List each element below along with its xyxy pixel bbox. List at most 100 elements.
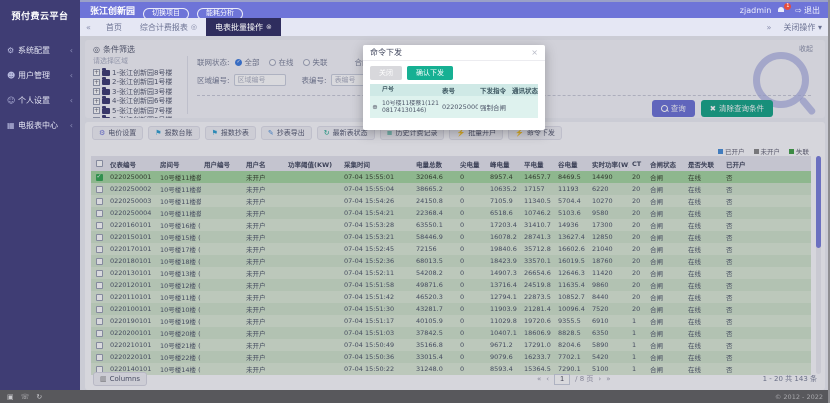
row-checkbox[interactable] <box>91 174 107 181</box>
row-checkbox[interactable] <box>91 294 107 301</box>
columns-button[interactable]: Columns <box>93 372 147 386</box>
row-checkbox[interactable] <box>91 234 107 241</box>
table-row[interactable]: 022017010110号楼17楼 (蔡未开户07-04 15:52:45721… <box>91 243 811 255</box>
tree-item[interactable]: +2-张江创新园1号楼 <box>93 78 185 88</box>
toolbar-button-price-settings[interactable]: ⚙电价设置 <box>92 126 143 140</box>
row-checkbox[interactable] <box>91 318 107 325</box>
tab-home[interactable]: 首页 <box>97 18 131 36</box>
expand-row-icon[interactable]: ⊕ <box>370 103 380 111</box>
row-checkbox[interactable] <box>91 246 107 253</box>
table-row[interactable]: 022025000310号楼11楼蔡3(未开户07-04 15:54:26241… <box>91 195 811 207</box>
row-checkbox[interactable] <box>91 210 107 217</box>
expand-icon[interactable]: + <box>93 69 100 76</box>
tree-item[interactable]: +3-张江创新园3号楼 <box>93 87 185 97</box>
row-checkbox[interactable] <box>91 186 107 193</box>
modal-close-icon[interactable]: × <box>531 48 538 57</box>
radio-option[interactable]: 失联 <box>303 57 328 68</box>
expand-icon[interactable]: + <box>93 88 100 95</box>
sidebar-item-personal-settings[interactable]: ☺个人设置‹ <box>0 88 80 113</box>
table-row[interactable]: 022010010110号楼10楼 (蔡未开户07-04 15:51:30432… <box>91 303 811 315</box>
monitor-icon[interactable]: ▣ <box>7 393 14 401</box>
table-row[interactable]: 022025000410号楼11楼蔡4(未开户07-04 15:54:21223… <box>91 207 811 219</box>
toolbar-button-reading-ledger[interactable]: ⚑报数台账 <box>148 126 199 140</box>
row-checkbox[interactable] <box>91 198 107 205</box>
row-checkbox[interactable] <box>91 330 107 337</box>
sidebar-item-system-config[interactable]: ⚙系统配置‹ <box>0 38 80 63</box>
modal-confirm-button[interactable]: 确认下发 <box>407 66 453 80</box>
notification-bell-icon[interactable]: 1 <box>778 6 788 14</box>
tab-billing-report[interactable]: 综合计费报表◎ <box>131 18 206 36</box>
logout-button[interactable]: ⇨ 退出 <box>795 5 820 16</box>
collapse-filter-link[interactable]: 收起 <box>799 44 813 54</box>
search-icon <box>661 105 668 112</box>
tab-meter-batch-ops[interactable]: 电表批量操作⊗ <box>206 18 281 36</box>
row-checkbox[interactable] <box>91 270 107 277</box>
table-cell: 07-04 15:55:04 <box>341 185 413 193</box>
first-page-button[interactable]: « <box>537 375 541 383</box>
radio-option[interactable]: 全部 <box>235 57 260 68</box>
row-checkbox[interactable] <box>91 222 107 229</box>
expand-icon[interactable]: + <box>93 117 100 118</box>
tree-item[interactable]: +6-张江创新园9号楼 <box>93 116 185 119</box>
page-number-input[interactable] <box>554 374 570 385</box>
table-row[interactable]: 022018010110号楼18楼 (蔡未开户07-04 15:52:36680… <box>91 255 811 267</box>
toolbar-button-reading-export[interactable]: ✎抄表导出 <box>261 126 312 140</box>
row-checkbox[interactable] <box>91 354 107 361</box>
table-cell: 10号楼13楼 (蔡 <box>157 268 201 278</box>
close-operations-dropdown[interactable]: 关闭操作 ▾ <box>783 22 822 33</box>
expand-icon[interactable]: + <box>93 79 100 86</box>
table-row[interactable]: 022011010110号楼11楼 (蔡未开户07-04 15:51:42465… <box>91 291 811 303</box>
phone-icon[interactable]: ☏ <box>21 393 30 401</box>
legend-label: 失联 <box>796 146 809 156</box>
tab-close-icon[interactable]: ◎ <box>191 23 197 31</box>
row-checkbox[interactable] <box>91 282 107 289</box>
table-row[interactable]: 022013010110号楼13楼 (蔡未开户07-04 15:52:11542… <box>91 267 811 279</box>
toolbar-button-reading-collect[interactable]: ⚑报数抄表 <box>205 126 256 140</box>
radio-option[interactable]: 在线 <box>269 57 294 68</box>
tab-scroll-left[interactable]: « <box>80 23 97 32</box>
table-cell: 8440 <box>589 293 629 301</box>
table-row[interactable]: 022020010110号楼20楼 (蔡未开户07-04 15:51:03378… <box>91 327 811 339</box>
expand-icon[interactable]: + <box>93 98 100 105</box>
row-checkbox[interactable] <box>91 342 107 349</box>
table-row[interactable]: 022015010110号楼15楼 (蔡未开户07-04 15:53:21584… <box>91 231 811 243</box>
region-code-input[interactable] <box>234 74 286 86</box>
table-row[interactable]: 022025000210号楼11楼蔡2(未开户07-04 15:55:04386… <box>91 183 811 195</box>
tree-item[interactable]: +5-张江创新园7号楼 <box>93 106 185 116</box>
table-row[interactable]: 022022010110号楼22楼 (蔡未开户07-04 15:50:36330… <box>91 351 811 363</box>
search-button[interactable]: 查询 <box>652 100 695 117</box>
table-row[interactable]: 022012010110号楼12楼 (蔡未开户07-04 15:51:58498… <box>91 279 811 291</box>
clear-conditions-button[interactable]: ✖ 清除查询条件 <box>701 100 773 117</box>
column-header: 峰电量 <box>487 159 521 169</box>
input-label: 区域编号: <box>197 75 230 86</box>
tree-item[interactable]: +4-张江创新园6号楼 <box>93 97 185 107</box>
tab-scroll-right[interactable]: » <box>761 23 778 32</box>
tree-label: 请选择区域 <box>93 56 185 66</box>
expand-icon[interactable]: + <box>93 107 100 114</box>
table-cell: 0220130101 <box>107 269 157 277</box>
folder-icon <box>102 108 110 114</box>
table-cell: 10号楼19楼 (蔡 <box>157 316 201 326</box>
next-page-button[interactable]: › <box>598 375 601 383</box>
table-scrollbar[interactable] <box>816 156 821 374</box>
modal-table-row[interactable]: ⊕ 10号楼11楼蔡1(12108174130146) 0220250001 强… <box>370 96 538 118</box>
last-page-button[interactable]: » <box>606 375 610 383</box>
refresh-icon[interactable]: ↻ <box>36 393 42 401</box>
tree-item[interactable]: +1-张江创新园8号楼 <box>93 68 185 78</box>
username[interactable]: zjadmin <box>740 6 772 15</box>
tab-close-icon[interactable]: ⊗ <box>266 23 272 31</box>
sidebar-item-meter-report-center[interactable]: ▦电报表中心‹ <box>0 113 80 138</box>
row-checkbox[interactable] <box>91 258 107 265</box>
flag-icon: ⚑ <box>212 129 218 137</box>
table-row[interactable]: 022016010110号楼16楼 (蔡未开户07-04 15:53:28635… <box>91 219 811 231</box>
row-checkbox[interactable] <box>91 306 107 313</box>
table-row[interactable]: 022021010110号楼21楼 (蔡未开户07-04 15:50:49351… <box>91 339 811 351</box>
table-cell: 0 <box>457 221 487 229</box>
table-row[interactable]: 022019010110号楼19楼 (蔡未开户07-04 15:51:17401… <box>91 315 811 327</box>
select-all-checkbox[interactable] <box>91 160 107 167</box>
scrollbar-thumb[interactable] <box>816 156 821 248</box>
table-row[interactable]: 022025000110号楼11楼蔡1(未开户07-04 15:55:01320… <box>91 171 811 183</box>
modal-close-button[interactable]: 关闭 <box>370 66 402 80</box>
prev-page-button[interactable]: ‹ <box>546 375 549 383</box>
sidebar-item-user-management[interactable]: ☻用户管理‹ <box>0 63 80 88</box>
